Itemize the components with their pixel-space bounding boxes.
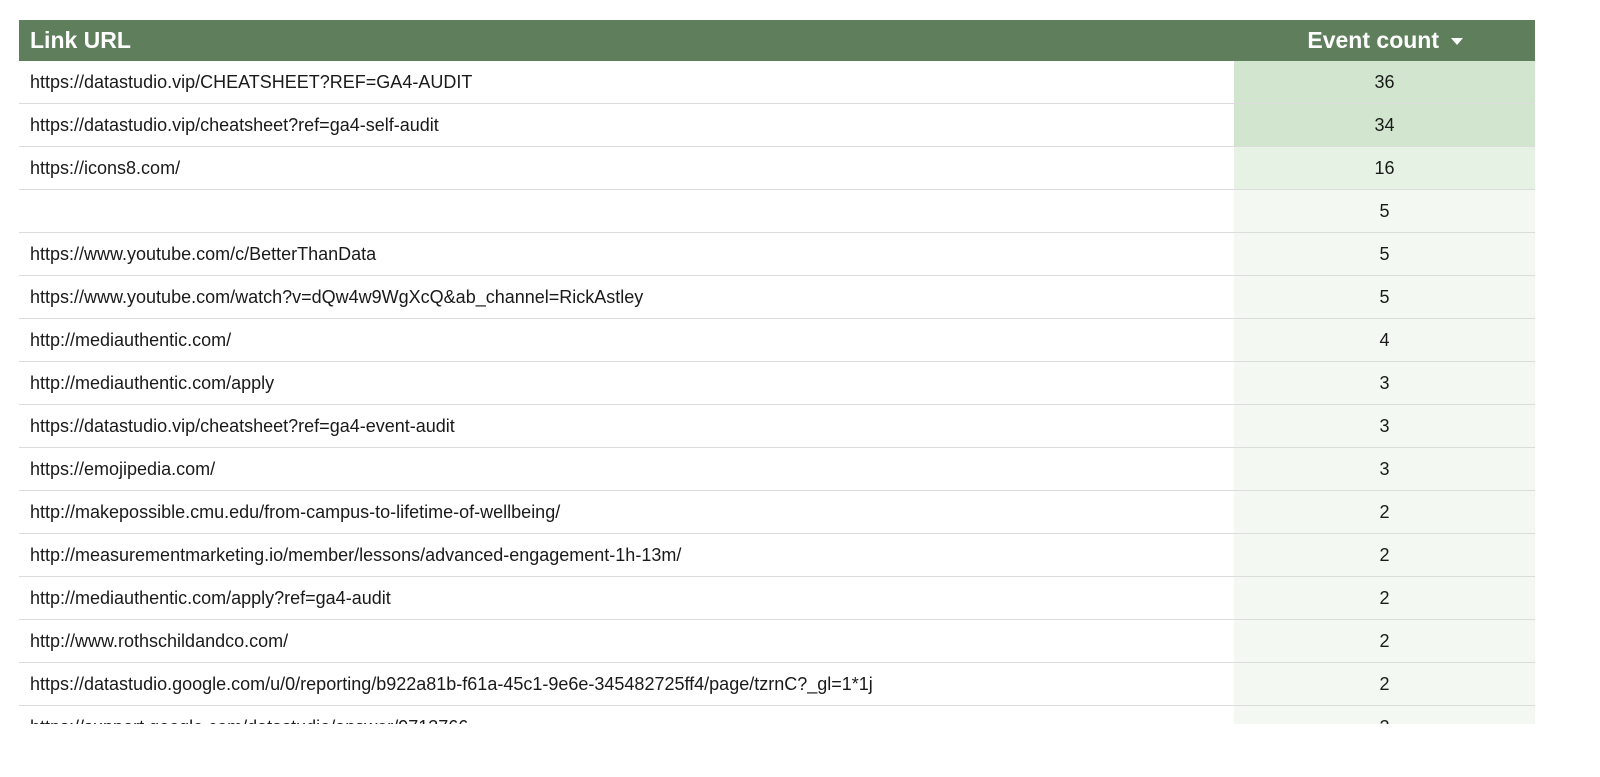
column-header-event-count-label: Event count [1307,27,1439,53]
table-body: https://datastudio.vip/CHEATSHEET?REF=GA… [19,61,1535,724]
link-url-cell[interactable]: http://mediauthentic.com/apply?ref=ga4-a… [19,577,1234,619]
table-row: https://support.google.com/datastudio/an… [19,706,1535,724]
link-url-cell[interactable]: https://icons8.com/ [19,147,1234,189]
link-url-cell[interactable]: https://www.youtube.com/c/BetterThanData [19,233,1234,275]
event-count-cell: 34 [1234,104,1535,146]
event-count-cell: 16 [1234,147,1535,189]
event-count-cell: 36 [1234,61,1535,103]
table-row: 5 [19,190,1535,233]
table-row: http://mediauthentic.com/apply 3 [19,362,1535,405]
sort-descending-icon[interactable] [1451,38,1463,45]
column-header-event-count[interactable]: Event count [1234,27,1535,54]
data-table: Link URL Event count https://datastudio.… [19,20,1535,724]
table-row: https://icons8.com/16 [19,147,1535,190]
event-count-cell: 2 [1234,491,1535,533]
table-row: http://www.rothschildandco.com/2 [19,620,1535,663]
link-url-cell[interactable]: https://support.google.com/datastudio/an… [19,706,1234,725]
column-header-link-url[interactable]: Link URL [19,27,1234,54]
table-row: https://datastudio.vip/cheatsheet?ref=ga… [19,405,1535,448]
link-url-cell[interactable]: https://datastudio.vip/cheatsheet?ref=ga… [19,104,1234,146]
event-count-cell: 2 [1234,534,1535,576]
table-row: http://measurementmarketing.io/member/le… [19,534,1535,577]
link-url-cell[interactable]: https://datastudio.vip/cheatsheet?ref=ga… [19,405,1234,447]
event-count-cell: 2 [1234,706,1535,724]
event-count-cell: 2 [1234,620,1535,662]
link-url-cell[interactable] [19,190,1234,232]
link-url-cell[interactable]: https://datastudio.vip/CHEATSHEET?REF=GA… [19,61,1234,103]
table-header: Link URL Event count [19,20,1535,61]
table-row: https://datastudio.google.com/u/0/report… [19,663,1535,706]
table-row: http://mediauthentic.com/4 [19,319,1535,362]
table-row: https://datastudio.vip/CHEATSHEET?REF=GA… [19,61,1535,104]
event-count-cell: 4 [1234,319,1535,361]
link-url-cell[interactable]: https://datastudio.google.com/u/0/report… [19,663,1234,705]
table-row: http://makepossible.cmu.edu/from-campus-… [19,491,1535,534]
event-count-cell: 5 [1234,276,1535,318]
event-count-cell: 3 [1234,405,1535,447]
link-url-cell[interactable]: http://makepossible.cmu.edu/from-campus-… [19,491,1234,533]
event-count-cell: 2 [1234,577,1535,619]
table-row: https://emojipedia.com/3 [19,448,1535,491]
event-count-cell: 3 [1234,448,1535,490]
link-url-cell[interactable]: https://www.youtube.com/watch?v=dQw4w9Wg… [19,276,1234,318]
link-url-cell[interactable]: http://mediauthentic.com/apply [19,362,1234,404]
table-row: https://www.youtube.com/c/BetterThanData… [19,233,1535,276]
event-count-cell: 5 [1234,233,1535,275]
link-url-cell[interactable]: http://measurementmarketing.io/member/le… [19,534,1234,576]
table-row: https://datastudio.vip/cheatsheet?ref=ga… [19,104,1535,147]
link-url-cell[interactable]: https://emojipedia.com/ [19,448,1234,490]
link-url-cell[interactable]: http://www.rothschildandco.com/ [19,620,1234,662]
table-row: https://www.youtube.com/watch?v=dQw4w9Wg… [19,276,1535,319]
event-count-cell: 5 [1234,190,1535,232]
event-count-cell: 2 [1234,663,1535,705]
link-url-cell[interactable]: http://mediauthentic.com/ [19,319,1234,361]
table-row: http://mediauthentic.com/apply?ref=ga4-a… [19,577,1535,620]
event-count-cell: 3 [1234,362,1535,404]
